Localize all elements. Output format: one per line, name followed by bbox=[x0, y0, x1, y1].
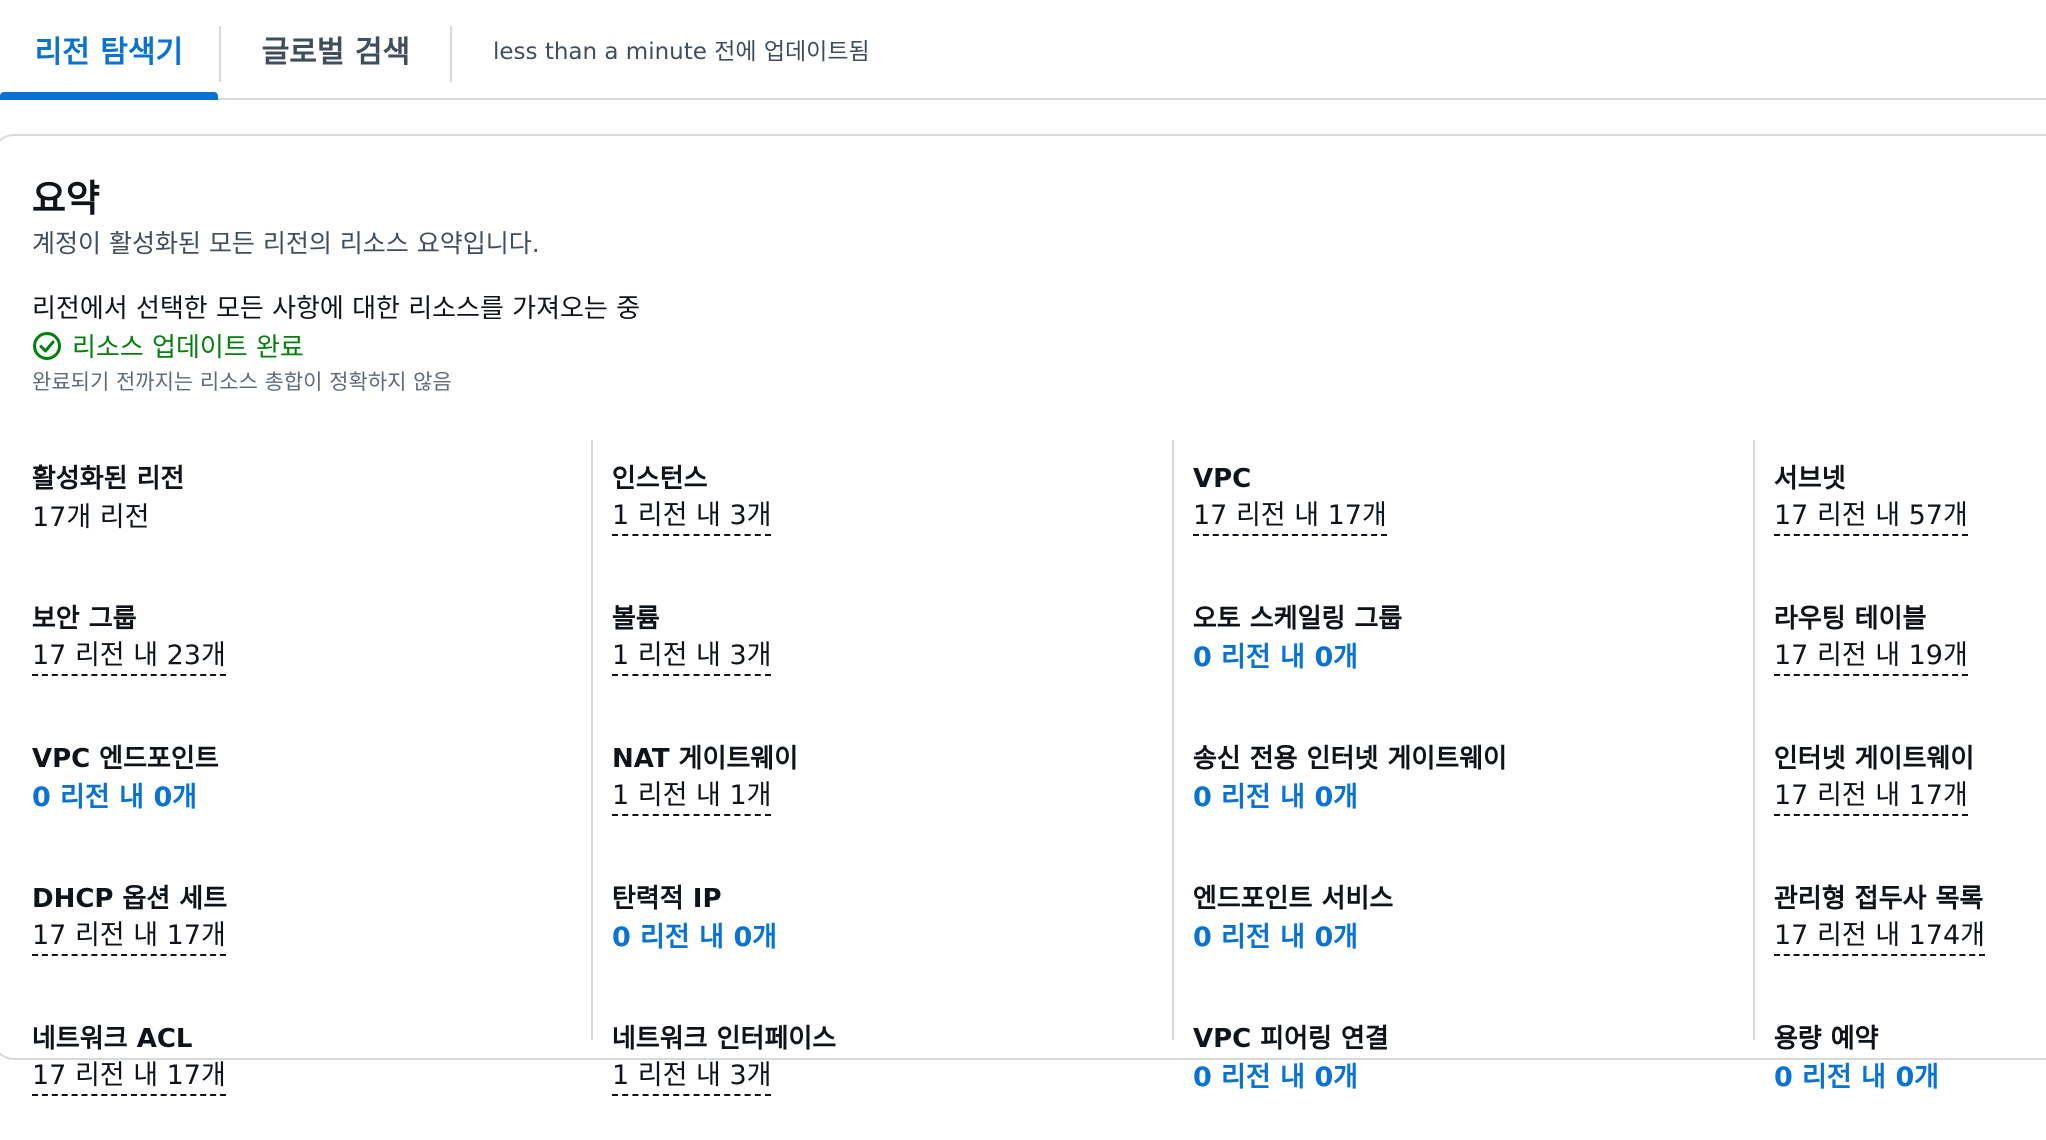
resource-label: 볼륨 bbox=[612, 604, 660, 634]
resource-label: 송신 전용 인터넷 게이트웨이 bbox=[1193, 744, 1508, 774]
column-divider bbox=[1753, 440, 1755, 1040]
resource-count-link[interactable]: 1 리전 내 3개 bbox=[612, 498, 772, 536]
resource-column-4: 서브넷 17 리전 내 57개라우팅 테이블 17 리전 내 19개인터넷 게이트웨… bbox=[1774, 440, 2046, 1140]
resource-item: VPC 엔드포인트 0 리전 내 0개 bbox=[32, 740, 592, 860]
resource-label: 네트워크 인터페이스 bbox=[612, 1024, 837, 1054]
resource-count-link[interactable]: 17 리전 내 174개 bbox=[1774, 918, 1985, 956]
resource-item: 네트워크 인터페이스 1 리전 내 3개 bbox=[612, 1020, 1172, 1140]
resource-label: 활성화된 리전 bbox=[32, 464, 185, 494]
resource-count-link[interactable]: 17 리전 내 19개 bbox=[1774, 638, 1968, 676]
resource-label: NAT 게이트웨이 bbox=[612, 744, 799, 774]
resource-label: 네트워크 ACL bbox=[32, 1024, 193, 1054]
resource-item: 볼륨 1 리전 내 3개 bbox=[612, 600, 1172, 720]
summary-title: 요약 bbox=[32, 177, 101, 220]
resource-column-1: 활성화된 리전 17개 리전보안 그룹 17 리전 내 23개 VPC 엔드포인트 0 … bbox=[32, 440, 592, 1140]
resource-item: 용량 예약 0 리전 내 0개 bbox=[1774, 1020, 2046, 1140]
resource-item: 인스턴스 1 리전 내 3개 bbox=[612, 460, 1172, 580]
resource-count-link[interactable]: 17 리전 내 17개 bbox=[1774, 778, 1968, 816]
resource-count-link[interactable]: 17 리전 내 17개 bbox=[32, 1058, 226, 1096]
resource-label: 보안 그룹 bbox=[32, 604, 137, 634]
resource-item: 보안 그룹 17 리전 내 23개 bbox=[32, 600, 592, 720]
tab-region-explorer[interactable]: 리전 탐색기 bbox=[0, 0, 218, 100]
resource-item: VPC 17 리전 내 17개 bbox=[1193, 460, 1753, 580]
resource-label: 인터넷 게이트웨이 bbox=[1774, 744, 1975, 774]
resource-label: 엔드포인트 서비스 bbox=[1193, 884, 1394, 914]
resource-item: 엔드포인트 서비스 0 리전 내 0개 bbox=[1193, 880, 1753, 1000]
resource-label: VPC 피어링 연결 bbox=[1193, 1024, 1389, 1054]
status-indicator: 리소스 업데이트 완료 bbox=[32, 327, 304, 364]
status-text: 리소스 업데이트 완료 bbox=[72, 333, 304, 363]
resource-item: 탄력적 IP 0 리전 내 0개 bbox=[612, 880, 1172, 1000]
resource-label: VPC bbox=[1193, 464, 1252, 494]
resource-item: 서브넷 17 리전 내 57개 bbox=[1774, 460, 2046, 580]
resource-label: 인스턴스 bbox=[612, 464, 708, 494]
resource-item: 오토 스케일링 그룹 0 리전 내 0개 bbox=[1193, 600, 1753, 720]
column-divider bbox=[1172, 440, 1174, 1040]
resource-item: 네트워크 ACL 17 리전 내 17개 bbox=[32, 1020, 592, 1140]
resource-item: 인터넷 게이트웨이 17 리전 내 17개 bbox=[1774, 740, 2046, 860]
tab-global-search[interactable]: 글로벌 검색 bbox=[222, 0, 450, 98]
resource-label: VPC 엔드포인트 bbox=[32, 744, 219, 774]
resource-item: NAT 게이트웨이 1 리전 내 1개 bbox=[612, 740, 1172, 860]
resource-count-link[interactable]: 0 리전 내 0개 bbox=[32, 778, 197, 818]
summary-description: 계정이 활성화된 모든 리전의 리소스 요약입니다. bbox=[32, 229, 540, 258]
check-circle-icon bbox=[33, 331, 61, 360]
last-updated-text: less than a minute 전에 업데이트됨 bbox=[493, 39, 870, 65]
resource-label: 라우팅 테이블 bbox=[1774, 604, 1927, 634]
resource-item: VPC 피어링 연결 0 리전 내 0개 bbox=[1193, 1020, 1753, 1140]
resource-count: 17개 리전 bbox=[32, 502, 150, 533]
resource-item: DHCP 옵션 세트 17 리전 내 17개 bbox=[32, 880, 592, 1000]
resource-item: 송신 전용 인터넷 게이트웨이 0 리전 내 0개 bbox=[1193, 740, 1753, 860]
resource-count-link[interactable]: 0 리전 내 0개 bbox=[1193, 918, 1358, 958]
resource-item: 활성화된 리전 17개 리전 bbox=[32, 460, 592, 580]
resource-column-2: 인스턴스 1 리전 내 3개 볼륨 1 리전 내 3개 NAT 게이트웨이 1 리전 내 … bbox=[612, 440, 1172, 1140]
accuracy-note: 완료되기 전까지는 리소스 총합이 정확하지 않음 bbox=[32, 370, 452, 394]
loading-text: 리전에서 선택한 모든 사항에 대한 리소스를 가져오는 중 bbox=[32, 294, 641, 324]
resource-count-link[interactable]: 1 리전 내 1개 bbox=[612, 778, 772, 816]
resource-label: 서브넷 bbox=[1774, 464, 1846, 494]
resource-count-link[interactable]: 17 리전 내 17개 bbox=[1193, 498, 1387, 536]
resource-count-link[interactable]: 1 리전 내 3개 bbox=[612, 1058, 772, 1096]
resource-label: 관리형 접두사 목록 bbox=[1774, 884, 1984, 914]
tab-bar: 리전 탐색기 글로벌 검색 less than a minute 전에 업데이트… bbox=[0, 0, 2046, 100]
tab-divider bbox=[219, 26, 221, 82]
resource-count-link[interactable]: 17 리전 내 23개 bbox=[32, 638, 226, 676]
resource-item: 관리형 접두사 목록 17 리전 내 174개 bbox=[1774, 880, 2046, 1000]
resource-count-link[interactable]: 0 리전 내 0개 bbox=[1193, 778, 1358, 818]
resource-item: 라우팅 테이블 17 리전 내 19개 bbox=[1774, 600, 2046, 720]
resource-count-link[interactable]: 0 리전 내 0개 bbox=[1774, 1058, 1939, 1098]
resource-count-link[interactable]: 17 리전 내 57개 bbox=[1774, 498, 1968, 536]
resource-label: 용량 예약 bbox=[1774, 1024, 1879, 1054]
resource-count-link[interactable]: 0 리전 내 0개 bbox=[1193, 1058, 1358, 1098]
resource-count-link[interactable]: 0 리전 내 0개 bbox=[1193, 638, 1358, 678]
resource-label: 오토 스케일링 그룹 bbox=[1193, 604, 1403, 634]
resource-count-link[interactable]: 17 리전 내 17개 bbox=[32, 918, 226, 956]
resource-label: 탄력적 IP bbox=[612, 884, 722, 914]
resource-column-3: VPC 17 리전 내 17개 오토 스케일링 그룹 0 리전 내 0개 송신 전용 인… bbox=[1193, 440, 1753, 1140]
resource-count-link[interactable]: 1 리전 내 3개 bbox=[612, 638, 772, 676]
tab-divider bbox=[450, 26, 452, 82]
resource-label: DHCP 옵션 세트 bbox=[32, 884, 228, 914]
resource-count-link[interactable]: 0 리전 내 0개 bbox=[612, 918, 777, 958]
